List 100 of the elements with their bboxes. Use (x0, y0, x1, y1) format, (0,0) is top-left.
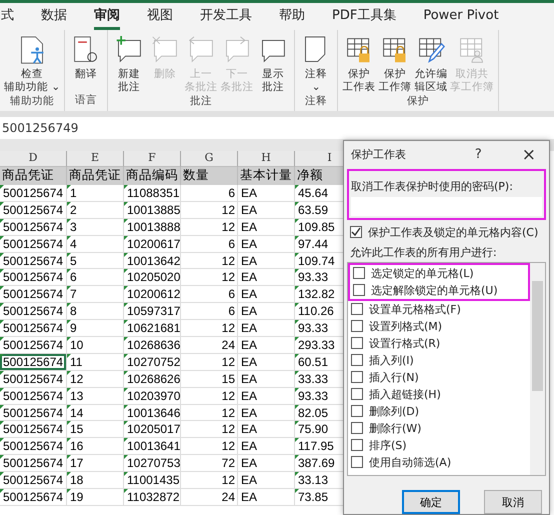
checkbox[interactable] (351, 337, 363, 350)
checkbox[interactable] (351, 405, 363, 418)
ribbon-button[interactable]: 翻译 (69, 30, 104, 93)
table-cell: 11032872 (124, 489, 181, 506)
error-marker-icon (124, 236, 128, 240)
error-marker-icon (124, 489, 128, 494)
error-marker-icon (295, 388, 299, 392)
error-marker-icon (295, 337, 299, 342)
error-marker-icon (0, 472, 4, 476)
error-marker-icon (124, 421, 128, 426)
ribbon-tab[interactable]: 帮助 (279, 3, 305, 30)
permission-label: 插入行(N) (369, 370, 419, 385)
ribbon-tab[interactable]: PDF工具集 (332, 3, 396, 30)
dialog-button[interactable]: 确定 (402, 490, 460, 514)
error-marker-icon (0, 455, 4, 460)
accessibility-icon (18, 34, 46, 66)
checkbox[interactable] (351, 422, 363, 434)
table-cell: 500125674 (0, 455, 67, 472)
error-marker-icon (295, 438, 299, 442)
table-cell: 500125674 (0, 269, 67, 286)
checkbox[interactable] (351, 388, 363, 400)
ribbon-button[interactable]: 新建 批注 (112, 30, 146, 94)
close-icon[interactable]: × (522, 144, 536, 165)
table-cell: 10200617 (124, 236, 181, 253)
table-cell: EA (238, 185, 295, 202)
ribbon-tab[interactable]: Power Pivot (423, 4, 499, 28)
checkbox[interactable] (351, 439, 363, 452)
checkbox[interactable] (351, 354, 363, 366)
dialog-button[interactable]: 取消 (484, 490, 542, 514)
error-marker-icon (0, 337, 4, 342)
group-label: 批注 (190, 94, 212, 109)
checkbox[interactable] (351, 303, 363, 316)
table-cell: EA (238, 421, 295, 438)
table-cell: 3 (67, 218, 124, 236)
checkbox[interactable] (351, 320, 363, 332)
error-marker-icon (295, 236, 299, 240)
checkbox[interactable] (351, 456, 363, 468)
column-header[interactable]: D (0, 151, 67, 167)
ribbon-button[interactable]: 注释 ⌄ (299, 30, 334, 94)
help-icon[interactable]: ? (474, 147, 482, 162)
table-cell: 10203970 (124, 388, 181, 405)
error-marker-icon (67, 438, 71, 442)
error-marker-icon (0, 438, 4, 442)
column-header[interactable]: G (181, 151, 238, 167)
table-cell: 12 (181, 252, 238, 270)
error-marker-icon (0, 269, 4, 274)
table-cell: EA (238, 404, 295, 422)
error-marker-icon (0, 489, 4, 494)
ribbon-button[interactable]: 显示 批注 (256, 30, 290, 94)
ribbon-tab[interactable]: 式 (1, 3, 14, 30)
error-marker-icon (0, 388, 4, 392)
error-marker-icon (67, 252, 71, 257)
group-label: 语言 (75, 93, 98, 108)
error-marker-icon (124, 303, 128, 308)
table-cell: 9 (67, 320, 124, 338)
checkbox[interactable] (351, 371, 363, 384)
column-header[interactable]: H (238, 151, 295, 167)
permission-label: 设置单元格格式(F) (369, 302, 461, 317)
table-cell: 10597317 (124, 303, 181, 320)
table-cell: 500125674 (0, 320, 67, 338)
table-cell: EA (238, 218, 295, 236)
error-marker-icon (295, 472, 299, 476)
permission-label: 插入超链接(H) (369, 386, 441, 402)
error-marker-icon (295, 455, 299, 460)
error-marker-icon (67, 370, 71, 375)
table-cell: 12 (181, 388, 238, 405)
formula-bar-value[interactable]: 5001256749 (2, 121, 78, 135)
checkbox[interactable] (353, 267, 365, 280)
table-cell: 6 (181, 185, 238, 202)
table-cell: EA (238, 303, 295, 320)
ribbon-tab[interactable]: 开发工具 (200, 3, 252, 30)
table-cell: 16 (67, 438, 124, 456)
error-marker-icon (67, 472, 71, 476)
table-cell: EA (238, 269, 295, 286)
error-marker-icon (0, 421, 4, 426)
ribbon-button[interactable]: 允许编 辑区域 (414, 30, 448, 94)
ribbon-tab[interactable]: 视图 (147, 3, 173, 30)
table-cell: 500125674 (0, 370, 67, 388)
scrollbar[interactable] (530, 262, 545, 475)
error-marker-icon (124, 354, 128, 358)
error-marker-icon (0, 286, 4, 290)
ribbon-button[interactable]: 检查 辅助功能 ⌄ (4, 30, 60, 94)
ribbon-tab[interactable]: 数据 (41, 3, 67, 30)
column-header[interactable]: F (124, 151, 181, 167)
ribbon-button[interactable]: 保护 工作表 (342, 30, 376, 94)
table-cell: 13 (67, 388, 124, 405)
table-header-cell: 商品凭证 (67, 167, 124, 185)
checkbox[interactable] (353, 284, 365, 296)
table-cell: 10205020 (124, 269, 181, 286)
permission-label: 选定锁定的单元格(L) (371, 266, 474, 281)
table-cell: 12 (181, 404, 238, 422)
error-marker-icon (295, 218, 299, 223)
checkbox[interactable] (350, 226, 362, 238)
error-marker-icon (124, 438, 128, 442)
error-marker-icon (124, 202, 128, 206)
ribbon-button[interactable]: 保护 工作簿 (378, 30, 412, 94)
table-cell: 15 (67, 421, 124, 438)
table-cell: 4 (67, 236, 124, 253)
column-header[interactable]: E (67, 151, 124, 167)
table-cell: EA (238, 202, 295, 219)
